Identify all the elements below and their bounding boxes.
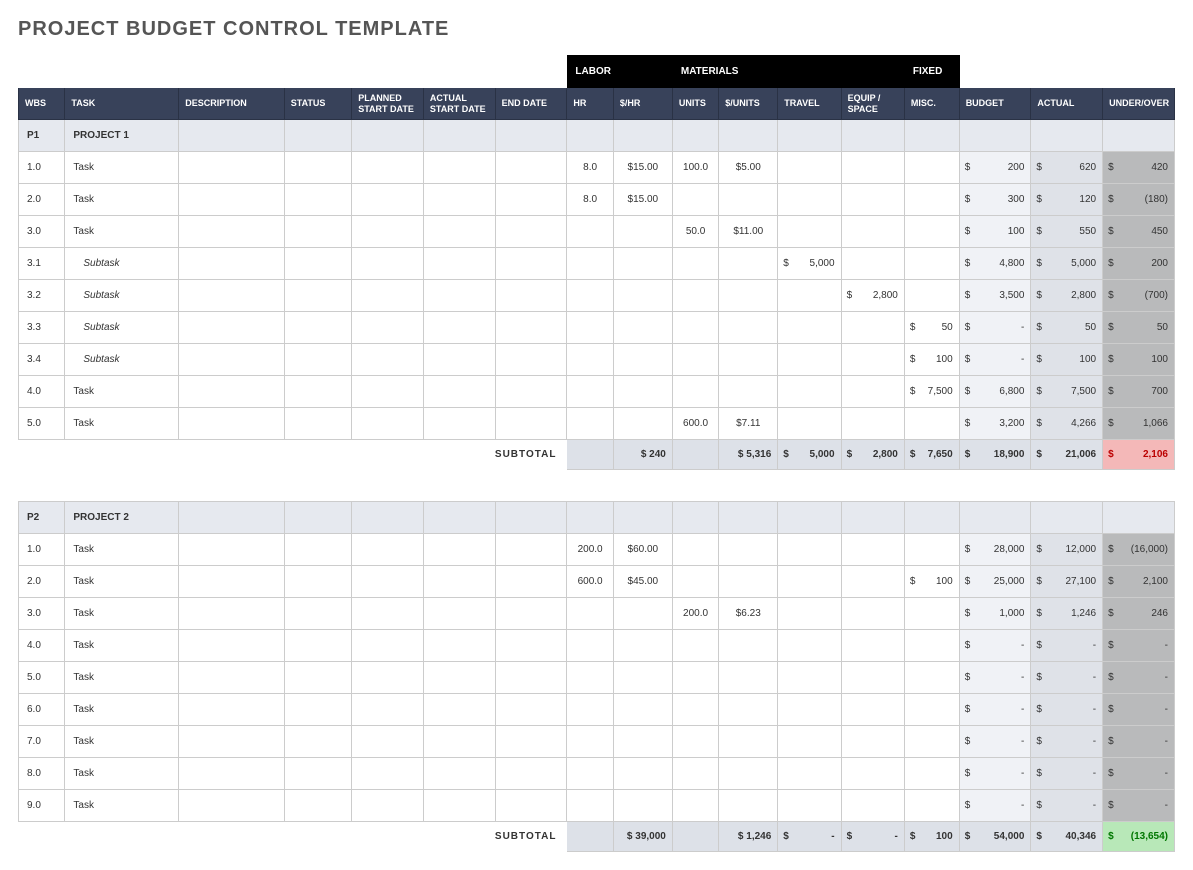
table-row: 7.0Task$-$-$- <box>19 726 1175 758</box>
table-row: 5.0Task$-$-$- <box>19 662 1175 694</box>
group-materials[interactable]: MATERIALS <box>672 56 904 88</box>
col-header-units[interactable]: UNITS <box>672 88 718 120</box>
subtotal-row: SUBTOTAL$ 240$ 5,316$5,000$2,800$7,650$1… <box>19 440 1175 470</box>
table-row: 3.4Subtask$100$-$100$100 <box>19 344 1175 376</box>
col-header-status[interactable]: STATUS <box>284 88 351 120</box>
table-row: 9.0Task$-$-$- <box>19 790 1175 822</box>
table-row: 4.0Task$7,500$6,800$7,500$700 <box>19 376 1175 408</box>
col-header-travel[interactable]: TRAVEL <box>778 88 841 120</box>
group-fixed[interactable]: FIXED <box>904 56 959 88</box>
page-title: PROJECT BUDGET CONTROL TEMPLATE <box>18 18 1175 41</box>
col-header-end[interactable]: END DATE <box>495 88 567 120</box>
subtotal-row: SUBTOTAL$ 39,000$ 1,246$-$-$100$54,000$4… <box>19 822 1175 852</box>
table-row: 2.0Task8.0$15.00$300$120$(180) <box>19 184 1175 216</box>
col-header-actual[interactable]: ACTUAL <box>1031 88 1103 120</box>
col-header-desc[interactable]: DESCRIPTION <box>179 88 284 120</box>
table-row: 3.0Task200.0$6.23$1,000$1,246$246 <box>19 598 1175 630</box>
col-header-astart[interactable]: ACTUAL START DATE <box>423 88 495 120</box>
project-row: P1PROJECT 1 <box>19 120 1175 152</box>
col-header-dunits[interactable]: $/UNITS <box>719 88 778 120</box>
col-header-budget[interactable]: BUDGET <box>959 88 1031 120</box>
group-labor[interactable]: LABOR <box>567 56 672 88</box>
col-header-equip[interactable]: EQUIP / SPACE <box>841 88 904 120</box>
table-row: 1.0Task8.0$15.00100.0$5.00$200$620$420 <box>19 152 1175 184</box>
col-header-wbs[interactable]: WBS <box>19 88 65 120</box>
table-row: 5.0Task600.0$7.11$3,200$4,266$1,066 <box>19 408 1175 440</box>
project-row: P2PROJECT 2 <box>19 502 1175 534</box>
table-row: 3.1Subtask$5,000$4,800$5,000$200 <box>19 248 1175 280</box>
table-row: 8.0Task$-$-$- <box>19 758 1175 790</box>
col-header-task[interactable]: TASK <box>65 88 179 120</box>
table-row: 1.0Task200.0$60.00$28,000$12,000$(16,000… <box>19 534 1175 566</box>
table-row: 2.0Task600.0$45.00$100$25,000$27,100$2,1… <box>19 566 1175 598</box>
col-header-over[interactable]: UNDER/OVER <box>1103 88 1175 120</box>
table-row: 6.0Task$-$-$- <box>19 694 1175 726</box>
table-row: 3.2Subtask$2,800$3,500$2,800$(700) <box>19 280 1175 312</box>
col-header-hr[interactable]: HR <box>567 88 613 120</box>
budget-table: LABORMATERIALSFIXED WBSTASKDESCRIPTIONSTA… <box>18 55 1175 852</box>
table-row: 4.0Task$-$-$- <box>19 630 1175 662</box>
col-header-pstart[interactable]: PLANNED START DATE <box>352 88 424 120</box>
table-row: 3.3Subtask$50$-$50$50 <box>19 312 1175 344</box>
table-row: 3.0Task50.0$11.00$100$550$450 <box>19 216 1175 248</box>
col-header-dhr[interactable]: $/HR <box>613 88 672 120</box>
col-header-misc[interactable]: MISC. <box>904 88 959 120</box>
